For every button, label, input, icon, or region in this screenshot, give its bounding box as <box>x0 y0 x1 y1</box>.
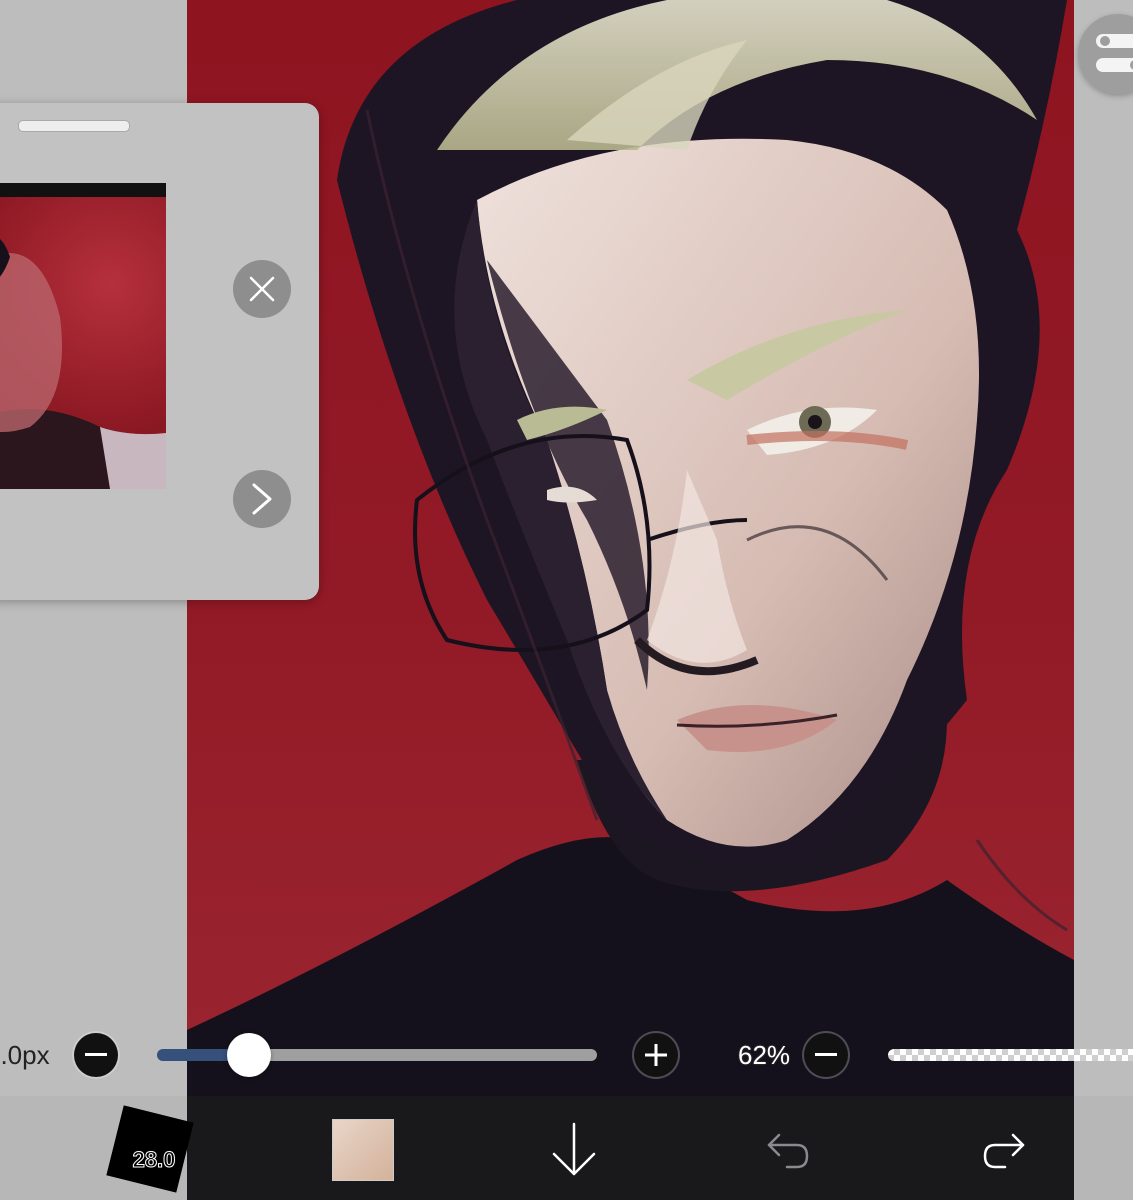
drawing-canvas[interactable] <box>187 0 1074 1096</box>
undo-icon <box>767 1133 809 1169</box>
opacity-decrease-button[interactable] <box>804 1033 848 1077</box>
bottom-toolbar <box>187 1096 1074 1200</box>
plus-icon <box>645 1044 667 1066</box>
save-layer-button[interactable] <box>546 1120 602 1180</box>
redo-button[interactable] <box>976 1126 1032 1176</box>
reference-panel[interactable] <box>0 103 319 600</box>
minus-icon <box>815 1053 837 1056</box>
close-reference-button[interactable] <box>233 260 291 318</box>
next-reference-button[interactable] <box>233 470 291 528</box>
panel-drag-handle[interactable] <box>18 120 130 132</box>
color-picker-button[interactable] <box>332 1119 394 1181</box>
chevron-right-icon <box>252 483 272 515</box>
opacity-label: 62% <box>738 1040 791 1070</box>
minus-icon <box>85 1053 107 1056</box>
brush-size-increase-button[interactable] <box>634 1033 678 1077</box>
opacity-slider[interactable] <box>888 1049 1133 1061</box>
brush-size-decrease-button[interactable] <box>74 1033 118 1077</box>
undo-button[interactable] <box>760 1126 816 1176</box>
arrow-down-icon <box>552 1122 596 1176</box>
brush-size-slider-thumb[interactable] <box>227 1033 271 1077</box>
toolbar-right-area <box>1074 1096 1133 1200</box>
brush-size-badge: 28.0 <box>132 1147 176 1173</box>
toggle-switch-icon[interactable] <box>1078 14 1133 94</box>
reference-image <box>0 183 166 489</box>
close-icon <box>249 276 275 302</box>
brush-size-slider[interactable] <box>157 1033 597 1077</box>
canvas-artwork <box>187 0 1074 1096</box>
brush-size-label: 8.0px <box>0 1040 50 1070</box>
redo-icon <box>983 1133 1025 1169</box>
